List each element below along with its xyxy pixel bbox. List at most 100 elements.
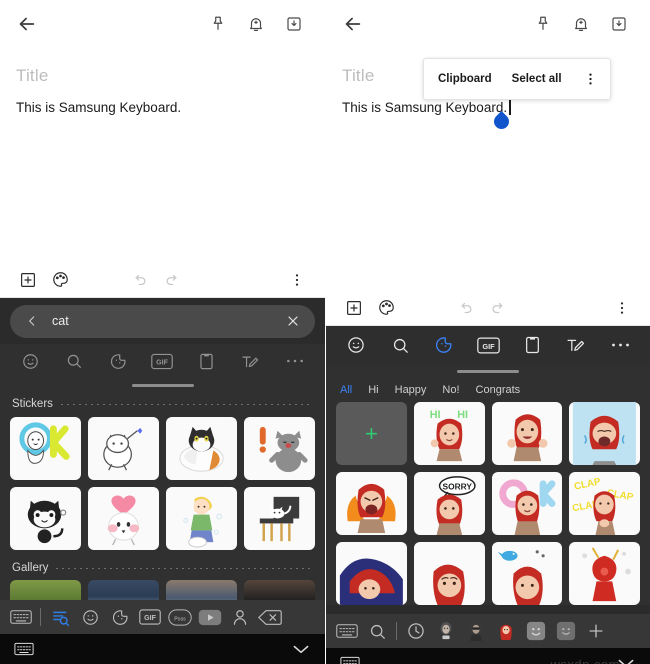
undo-icon[interactable]: [124, 265, 156, 295]
sticker-icon[interactable]: [105, 348, 131, 374]
arrow-left-icon[interactable]: [10, 7, 44, 41]
gray-cat-exclaim-sticker[interactable]: [244, 417, 315, 480]
poss-badge-icon[interactable]: Poss: [165, 604, 195, 630]
sheet-drag-handle-wrap: [0, 378, 325, 392]
avatar-crying-sticker[interactable]: [569, 402, 640, 465]
avatar-dark-icon[interactable]: [461, 618, 491, 644]
keyboard-bottom-bar-left: GIF Poss: [0, 600, 325, 634]
svg-text:HI: HI: [429, 409, 440, 421]
note-body-string: This is Samsung Keyboard.: [342, 100, 508, 115]
recent-clock-icon[interactable]: [401, 618, 431, 644]
keyboard-icon[interactable]: [338, 652, 362, 664]
add-sticker-tile[interactable]: +: [336, 402, 407, 465]
more-vertical-icon[interactable]: [582, 68, 600, 90]
cat-on-chair-sticker[interactable]: [244, 487, 315, 550]
search-icon[interactable]: [362, 618, 392, 644]
avatar-person-icon[interactable]: [225, 604, 255, 630]
keyboard-icon[interactable]: [6, 604, 36, 630]
keyboard-mode-iconbar-left: GIF: [0, 344, 325, 378]
handwriting-icon[interactable]: [563, 332, 589, 358]
sticker-icon[interactable]: [105, 604, 135, 630]
redo-icon[interactable]: [482, 293, 514, 323]
keyboard-icon[interactable]: [332, 618, 362, 644]
right-panel: Title This is Samsung Keyboard. Clipboar…: [325, 0, 650, 664]
cat-drawing-sticker[interactable]: [88, 417, 159, 480]
sticker-pack-2-icon[interactable]: [551, 618, 581, 644]
chevron-down-icon[interactable]: [614, 652, 638, 664]
chevron-down-icon[interactable]: [289, 638, 313, 660]
boy-with-cat-sticker[interactable]: [166, 487, 237, 550]
clipboard-button[interactable]: Clipboard: [438, 73, 492, 85]
avatar-light-icon[interactable]: [431, 618, 461, 644]
avatar-peek-sticker[interactable]: [413, 542, 485, 605]
avatar-sorry-sticker[interactable]: SORRY: [413, 472, 485, 535]
more-horizontal-icon[interactable]: [282, 348, 308, 374]
note-title-placeholder[interactable]: Title: [0, 48, 325, 86]
keyboard-mode-iconbar-right: GIF: [326, 326, 650, 364]
clipboard-icon[interactable]: [519, 332, 545, 358]
add-icon[interactable]: [12, 265, 44, 295]
avatar-red-burst-sticker[interactable]: [569, 542, 640, 605]
youtube-icon[interactable]: [195, 604, 225, 630]
search-input[interactable]: cat: [10, 304, 315, 338]
svg-text:GIF: GIF: [157, 359, 169, 366]
emoji-icon[interactable]: [343, 332, 369, 358]
arrow-left-icon[interactable]: [336, 7, 370, 41]
reminder-bell-icon[interactable]: [239, 7, 273, 41]
avatar-blue-sticker[interactable]: [336, 542, 407, 605]
clipboard-icon[interactable]: [194, 348, 220, 374]
more-vertical-icon[interactable]: [606, 293, 638, 323]
undo-icon[interactable]: [450, 293, 482, 323]
more-horizontal-icon[interactable]: [607, 332, 633, 358]
tab-all[interactable]: All: [340, 384, 352, 396]
pin-icon[interactable]: [526, 7, 560, 41]
emoji-icon[interactable]: [75, 604, 105, 630]
more-vertical-icon[interactable]: [281, 265, 313, 295]
avatar-angry-fire-sticker[interactable]: [336, 472, 407, 535]
handwriting-icon[interactable]: [238, 348, 264, 374]
close-icon[interactable]: [283, 311, 303, 331]
palette-icon[interactable]: [44, 265, 76, 295]
plus-icon[interactable]: [581, 618, 611, 644]
avatar-hi-hi-sticker[interactable]: HI HI: [413, 402, 485, 465]
sheet-drag-handle[interactable]: [131, 383, 194, 387]
redo-icon[interactable]: [156, 265, 188, 295]
search-list-icon[interactable]: [45, 604, 75, 630]
pin-icon[interactable]: [201, 7, 235, 41]
tab-happy[interactable]: Happy: [395, 384, 427, 396]
avatar-clap-sticker[interactable]: CLAP CLAP CLAP: [569, 472, 640, 535]
search-input-value[interactable]: cat: [52, 314, 273, 328]
chevron-left-icon[interactable]: [22, 311, 42, 331]
heart-cat-sticker[interactable]: [88, 487, 159, 550]
avatar-bird-sticker[interactable]: [491, 542, 563, 605]
note-body-text[interactable]: This is Samsung Keyboard.: [0, 86, 197, 115]
sheet-drag-handle[interactable]: [457, 369, 519, 373]
sticker-grid-right: + HI HI SORRY CLAP CLAP CLAP: [326, 402, 650, 605]
svg-text:SORRY: SORRY: [442, 482, 472, 492]
calico-cat-sticker[interactable]: [166, 417, 237, 480]
black-cat-sticker[interactable]: [10, 487, 81, 550]
ok-cat-sticker[interactable]: [10, 417, 81, 480]
palette-icon[interactable]: [370, 293, 402, 323]
tab-hi[interactable]: Hi: [368, 384, 378, 396]
gif-icon[interactable]: GIF: [135, 604, 165, 630]
gif-icon[interactable]: GIF: [475, 332, 501, 358]
archive-box-icon[interactable]: [277, 7, 311, 41]
add-icon[interactable]: [338, 293, 370, 323]
avatar-red-hijab-icon[interactable]: [491, 618, 521, 644]
reminder-bell-icon[interactable]: [564, 7, 598, 41]
avatar-ok-sticker[interactable]: [491, 472, 563, 535]
select-all-button[interactable]: Select all: [512, 73, 562, 85]
gif-icon[interactable]: GIF: [149, 348, 175, 374]
keyboard-icon[interactable]: [12, 638, 36, 660]
backspace-icon[interactable]: [255, 604, 285, 630]
sticker-pack-1-icon[interactable]: [521, 618, 551, 644]
tab-no[interactable]: No!: [442, 384, 459, 396]
tab-congrats[interactable]: Congrats: [476, 384, 521, 396]
search-icon[interactable]: [387, 332, 413, 358]
sticker-icon[interactable]: [431, 332, 457, 358]
emoji-icon[interactable]: [17, 348, 43, 374]
avatar-happy-sticker[interactable]: [491, 402, 563, 465]
search-icon[interactable]: [61, 348, 87, 374]
archive-box-icon[interactable]: [602, 7, 636, 41]
